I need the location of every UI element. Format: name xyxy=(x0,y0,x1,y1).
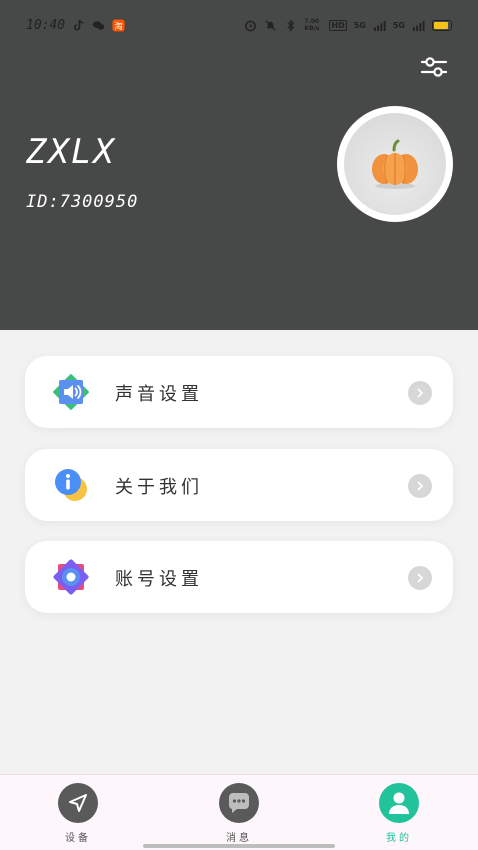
tab-messages[interactable]: 消息 xyxy=(209,783,269,845)
tab-devices[interactable]: 设备 xyxy=(48,783,108,845)
menu-label: 关于我们 xyxy=(115,477,203,498)
settings-sliders-button[interactable] xyxy=(418,54,450,80)
wechat-icon xyxy=(93,20,105,30)
taobao-icon: 淘 xyxy=(112,18,125,32)
navigation-arrow-icon xyxy=(69,794,87,812)
username: ZXLX xyxy=(26,132,116,172)
profile-header: 10:40 淘 7.00 KB/s HD 5G 5G ZXLX ID:73009… xyxy=(0,0,478,330)
menu-about-us[interactable]: 关于我们 xyxy=(25,449,453,521)
status-time: 10:40 xyxy=(26,17,66,33)
tab-label: 消息 xyxy=(226,833,252,844)
battery-icon xyxy=(432,19,452,31)
signal-bars-icon xyxy=(373,20,386,31)
tab-mine[interactable]: 我的 xyxy=(369,783,429,845)
tab-label: 我的 xyxy=(386,833,412,844)
chevron-right-icon xyxy=(408,474,432,498)
signal-sim2: 5G xyxy=(392,20,405,30)
home-indicator[interactable] xyxy=(143,844,335,848)
menu-sound-settings[interactable]: 声音设置 xyxy=(25,356,453,428)
chevron-right-icon xyxy=(408,566,432,590)
alarm-icon xyxy=(245,20,257,31)
menu-label: 账号设置 xyxy=(115,569,203,590)
info-icon xyxy=(55,469,87,501)
chat-bubble-icon xyxy=(228,793,249,813)
speaker-icon xyxy=(53,374,89,410)
net-speed: 7.00 KB/s xyxy=(304,18,320,32)
account-gear-icon xyxy=(53,559,89,595)
user-id: ID:7300950 xyxy=(26,192,139,212)
menu-account-settings[interactable]: 账号设置 xyxy=(25,541,453,613)
tiktok-icon xyxy=(74,19,84,30)
sliders-icon xyxy=(420,57,448,77)
tab-label: 设备 xyxy=(65,833,91,844)
signal-bars-icon xyxy=(412,20,425,31)
svg-text:淘: 淘 xyxy=(114,20,122,30)
signal-sim1: 5G xyxy=(353,20,366,30)
person-icon xyxy=(389,792,409,814)
menu-label: 声音设置 xyxy=(115,384,203,405)
avatar[interactable] xyxy=(337,106,453,222)
status-bar: 10:40 淘 7.00 KB/s HD 5G 5G xyxy=(0,0,478,50)
bottom-nav: 设备 消息 我的 xyxy=(0,774,478,850)
pumpkin-icon xyxy=(372,139,418,189)
hd-badge: HD xyxy=(329,19,347,31)
chevron-right-icon xyxy=(408,381,432,405)
mute-bell-icon xyxy=(265,19,277,31)
bluetooth-icon xyxy=(287,18,295,32)
